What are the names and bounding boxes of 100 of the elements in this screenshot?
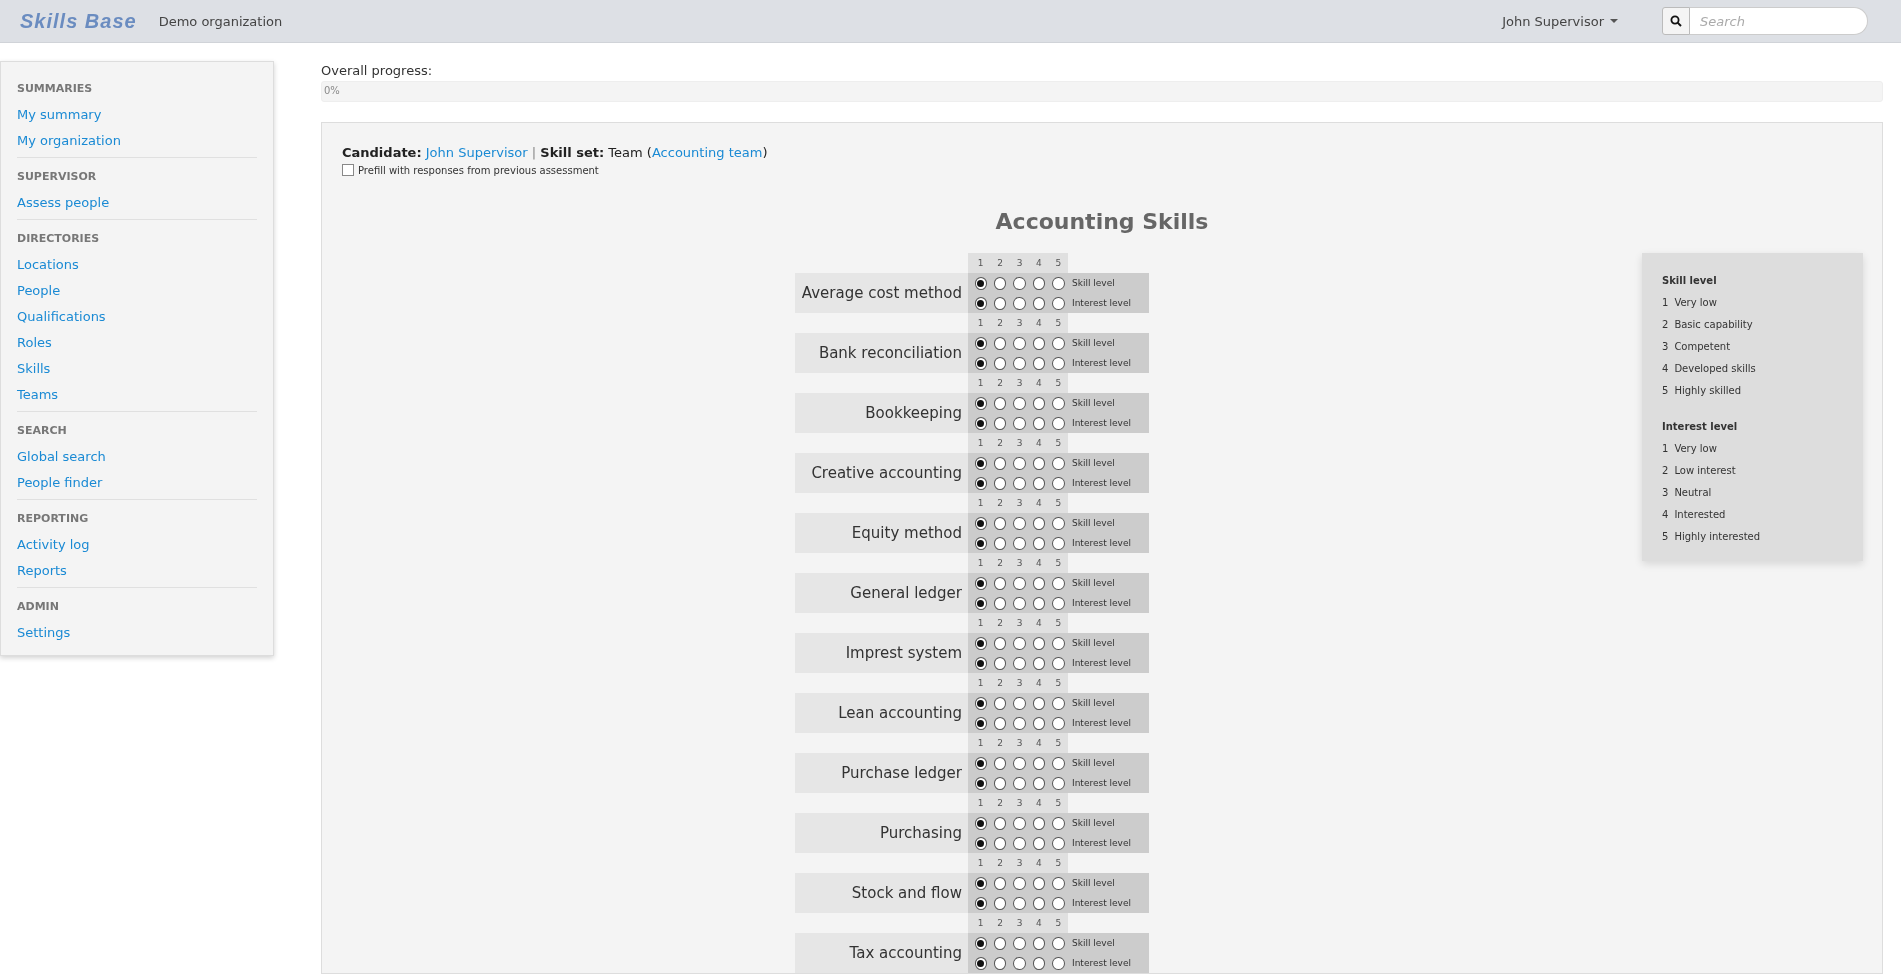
radio-button[interactable] <box>993 816 1007 830</box>
radio-button[interactable] <box>974 476 987 490</box>
radio-button[interactable] <box>1052 476 1065 490</box>
sidebar-link[interactable]: My summary <box>17 102 257 128</box>
candidate-link[interactable]: John Supervisor <box>425 145 528 160</box>
app-logo[interactable]: Skills Base <box>20 9 137 33</box>
sidebar-link[interactable]: Skills <box>17 356 257 382</box>
radio-button[interactable] <box>1052 656 1065 670</box>
radio-button[interactable] <box>1013 536 1026 550</box>
radio-button[interactable] <box>993 396 1007 410</box>
radio-button[interactable] <box>993 476 1007 490</box>
radio-button[interactable] <box>1052 816 1065 830</box>
radio-button[interactable] <box>1052 596 1065 610</box>
radio-button[interactable] <box>993 636 1007 650</box>
radio-button[interactable] <box>1052 276 1065 290</box>
radio-button[interactable] <box>1013 876 1026 890</box>
prefill-checkbox[interactable] <box>342 164 354 176</box>
radio-button[interactable] <box>1013 816 1026 830</box>
radio-button[interactable] <box>1032 756 1046 770</box>
radio-button[interactable] <box>993 296 1007 310</box>
radio-button[interactable] <box>1052 536 1065 550</box>
radio-button[interactable] <box>1013 836 1026 850</box>
radio-button[interactable] <box>993 696 1007 710</box>
radio-button[interactable] <box>993 936 1007 950</box>
radio-button[interactable] <box>974 536 987 550</box>
radio-button[interactable] <box>1013 596 1026 610</box>
radio-button[interactable] <box>1052 696 1065 710</box>
user-menu[interactable]: John Supervisor <box>1498 9 1622 33</box>
radio-button[interactable] <box>1052 836 1065 850</box>
radio-button[interactable] <box>1052 336 1065 350</box>
radio-button[interactable] <box>993 716 1007 730</box>
radio-button[interactable] <box>1032 596 1046 610</box>
radio-button[interactable] <box>1052 636 1065 650</box>
sidebar-link[interactable]: Roles <box>17 330 257 356</box>
radio-button[interactable] <box>1013 936 1026 950</box>
radio-button[interactable] <box>1032 296 1046 310</box>
radio-button[interactable] <box>993 756 1007 770</box>
radio-button[interactable] <box>1032 396 1046 410</box>
radio-button[interactable] <box>1052 956 1065 970</box>
radio-button[interactable] <box>1013 576 1026 590</box>
radio-button[interactable] <box>993 356 1007 370</box>
radio-button[interactable] <box>1032 536 1046 550</box>
radio-button[interactable] <box>974 296 987 310</box>
radio-button[interactable] <box>1032 696 1046 710</box>
radio-button[interactable] <box>993 336 1007 350</box>
radio-button[interactable] <box>993 956 1007 970</box>
radio-button[interactable] <box>974 696 987 710</box>
radio-button[interactable] <box>1032 936 1046 950</box>
radio-button[interactable] <box>1032 636 1046 650</box>
radio-button[interactable] <box>1013 476 1026 490</box>
radio-button[interactable] <box>1032 336 1046 350</box>
radio-button[interactable] <box>1013 396 1026 410</box>
radio-button[interactable] <box>993 876 1007 890</box>
radio-button[interactable] <box>1032 456 1046 470</box>
radio-button[interactable] <box>1052 516 1065 530</box>
radio-button[interactable] <box>1032 816 1046 830</box>
sidebar-link[interactable]: Locations <box>17 252 257 278</box>
radio-button[interactable] <box>974 756 987 770</box>
radio-button[interactable] <box>1032 476 1046 490</box>
sidebar-link[interactable]: People finder <box>17 470 257 499</box>
radio-button[interactable] <box>1052 296 1065 310</box>
radio-button[interactable] <box>1013 716 1026 730</box>
radio-button[interactable] <box>993 896 1007 910</box>
radio-button[interactable] <box>993 776 1007 790</box>
radio-button[interactable] <box>1013 896 1026 910</box>
radio-button[interactable] <box>1052 936 1065 950</box>
radio-button[interactable] <box>1013 656 1026 670</box>
radio-button[interactable] <box>1013 636 1026 650</box>
radio-button[interactable] <box>1052 456 1065 470</box>
radio-button[interactable] <box>1013 516 1026 530</box>
radio-button[interactable] <box>993 276 1007 290</box>
radio-button[interactable] <box>1052 776 1065 790</box>
radio-button[interactable] <box>1032 516 1046 530</box>
sidebar-link[interactable]: Activity log <box>17 532 257 558</box>
radio-button[interactable] <box>993 416 1007 430</box>
radio-button[interactable] <box>1052 896 1065 910</box>
radio-button[interactable] <box>993 836 1007 850</box>
radio-button[interactable] <box>974 596 987 610</box>
radio-button[interactable] <box>1013 296 1026 310</box>
radio-button[interactable] <box>974 516 987 530</box>
radio-button[interactable] <box>1052 756 1065 770</box>
search-button[interactable] <box>1662 7 1690 35</box>
skill-set-link[interactable]: Accounting team <box>651 145 763 160</box>
radio-button[interactable] <box>1032 876 1046 890</box>
radio-button[interactable] <box>1032 356 1046 370</box>
sidebar-link[interactable]: Assess people <box>17 190 257 219</box>
radio-button[interactable] <box>993 456 1007 470</box>
radio-button[interactable] <box>1052 356 1065 370</box>
radio-button[interactable] <box>1052 876 1065 890</box>
radio-button[interactable] <box>974 276 987 290</box>
radio-button[interactable] <box>1052 416 1065 430</box>
sidebar-link[interactable]: Teams <box>17 382 257 411</box>
radio-button[interactable] <box>1032 896 1046 910</box>
radio-button[interactable] <box>993 536 1007 550</box>
radio-button[interactable] <box>1032 836 1046 850</box>
radio-button[interactable] <box>1013 776 1026 790</box>
radio-button[interactable] <box>1013 956 1026 970</box>
radio-button[interactable] <box>1052 716 1065 730</box>
radio-button[interactable] <box>974 636 987 650</box>
radio-button[interactable] <box>1032 276 1046 290</box>
